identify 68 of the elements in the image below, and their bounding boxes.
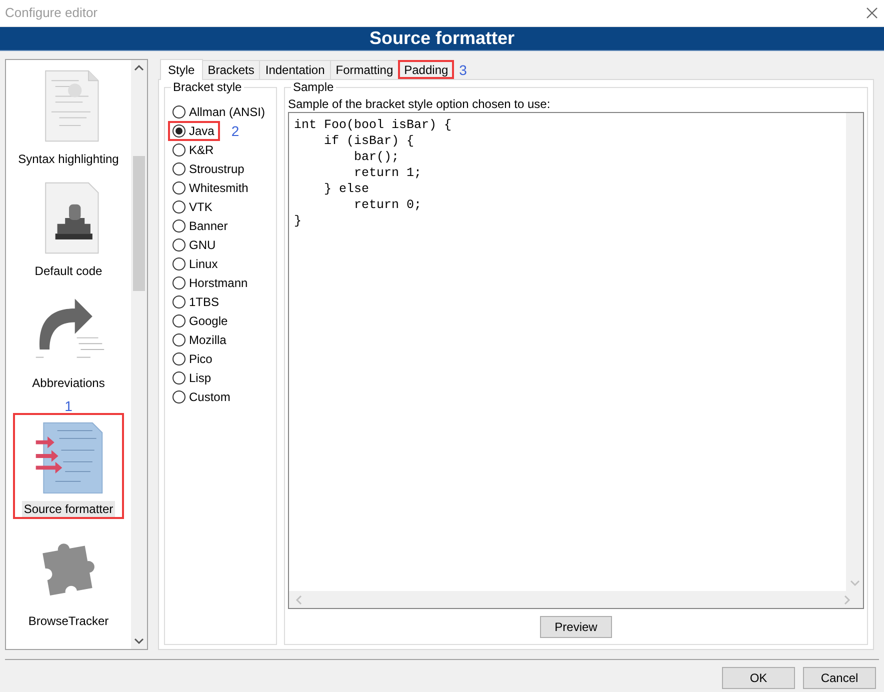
window-title: Configure editor	[5, 5, 98, 20]
radio-option[interactable]: Java	[172, 124, 214, 138]
scroll-up-icon[interactable]	[134, 64, 144, 72]
scrollbar[interactable]	[131, 60, 147, 650]
radio-option[interactable]: Banner	[172, 218, 228, 233]
radio-icon[interactable]	[172, 180, 186, 195]
code-line: return 1;	[353, 165, 423, 182]
code-line: }	[294, 213, 303, 230]
header-title: Source formatter	[369, 28, 515, 49]
callout-number: 1	[64, 399, 72, 414]
radio-icon[interactable]	[172, 142, 186, 157]
radio-option[interactable]: Custom	[172, 390, 230, 404]
sidebar-item[interactable]: Abbreviations	[13, 287, 124, 394]
radio-option[interactable]: GNU	[172, 238, 216, 252]
sidebar-item[interactable]: Source formatter	[13, 413, 124, 520]
radio-icon[interactable]	[172, 238, 186, 252]
group-title: Bracket style	[171, 80, 244, 94]
tab[interactable]: Formatting	[330, 60, 400, 80]
close-icon[interactable]	[866, 6, 878, 19]
radio-option[interactable]: Allman (ANSI)	[172, 104, 266, 119]
radio-icon[interactable]	[172, 162, 186, 176]
scroll-thumb[interactable]	[133, 156, 145, 292]
dialog-button[interactable]: OK	[722, 667, 795, 690]
sidebar-item[interactable]: Syntax highlighting	[13, 63, 124, 170]
radio-icon[interactable]	[172, 370, 186, 385]
radio-option[interactable]: Google	[172, 314, 228, 328]
radio-option[interactable]: Linux	[172, 256, 218, 271]
radio-option[interactable]: Lisp	[172, 370, 212, 385]
sidebar-item[interactable]: Default code	[13, 175, 124, 282]
radio-icon[interactable]	[172, 124, 186, 138]
radio-icon[interactable]	[172, 218, 186, 233]
radio-icon[interactable]	[172, 314, 186, 328]
radio-option[interactable]: Stroustrup	[172, 162, 244, 176]
radio-option[interactable]: Mozilla	[172, 332, 226, 347]
document-drawing	[44, 70, 98, 142]
scroll-down-icon[interactable]	[134, 637, 144, 646]
dialog-button[interactable]: Cancel	[803, 667, 876, 690]
code-line: } else	[323, 181, 370, 198]
preview-button[interactable]: Preview	[540, 616, 612, 638]
group-title: Sample	[291, 80, 336, 94]
radio-icon[interactable]	[172, 332, 186, 347]
code-line: if (isBar) {	[323, 133, 416, 150]
radio-icon[interactable]	[172, 104, 186, 119]
radio-option[interactable]: 1TBS	[172, 294, 220, 309]
radio-option[interactable]: Horstmann	[172, 276, 248, 290]
code-line: return 0;	[353, 197, 423, 214]
code-line: int Foo(bool isBar) {	[294, 117, 453, 134]
radio-icon[interactable]	[172, 294, 186, 309]
stamp-drawing	[44, 182, 98, 254]
callout-number: 2	[231, 122, 240, 139]
callout-number: 3	[459, 62, 467, 78]
radio-option[interactable]: Whitesmith	[172, 180, 248, 195]
radio-option[interactable]: VTK	[172, 200, 212, 214]
sample-caption: Sample of the bracket style option chosen to use:	[288, 97, 552, 112]
radio-icon[interactable]	[172, 390, 186, 404]
radio-option[interactable]: Pico	[172, 352, 212, 366]
tab[interactable]: Padding	[398, 60, 454, 80]
radio-icon[interactable]	[172, 200, 186, 214]
radio-icon[interactable]	[172, 276, 186, 290]
sidebar-item[interactable]: BrowseTracker	[13, 525, 124, 632]
radio-icon[interactable]	[172, 352, 186, 366]
code-line: bar();	[353, 149, 400, 166]
tab[interactable]: Style	[160, 59, 203, 80]
puzzle-piece-drawing	[42, 544, 94, 596]
curved-arrow-drawing	[34, 299, 104, 358]
formatted-document-drawing	[35, 422, 102, 494]
radio-option[interactable]: K&R	[172, 142, 214, 157]
radio-icon[interactable]	[172, 256, 186, 271]
